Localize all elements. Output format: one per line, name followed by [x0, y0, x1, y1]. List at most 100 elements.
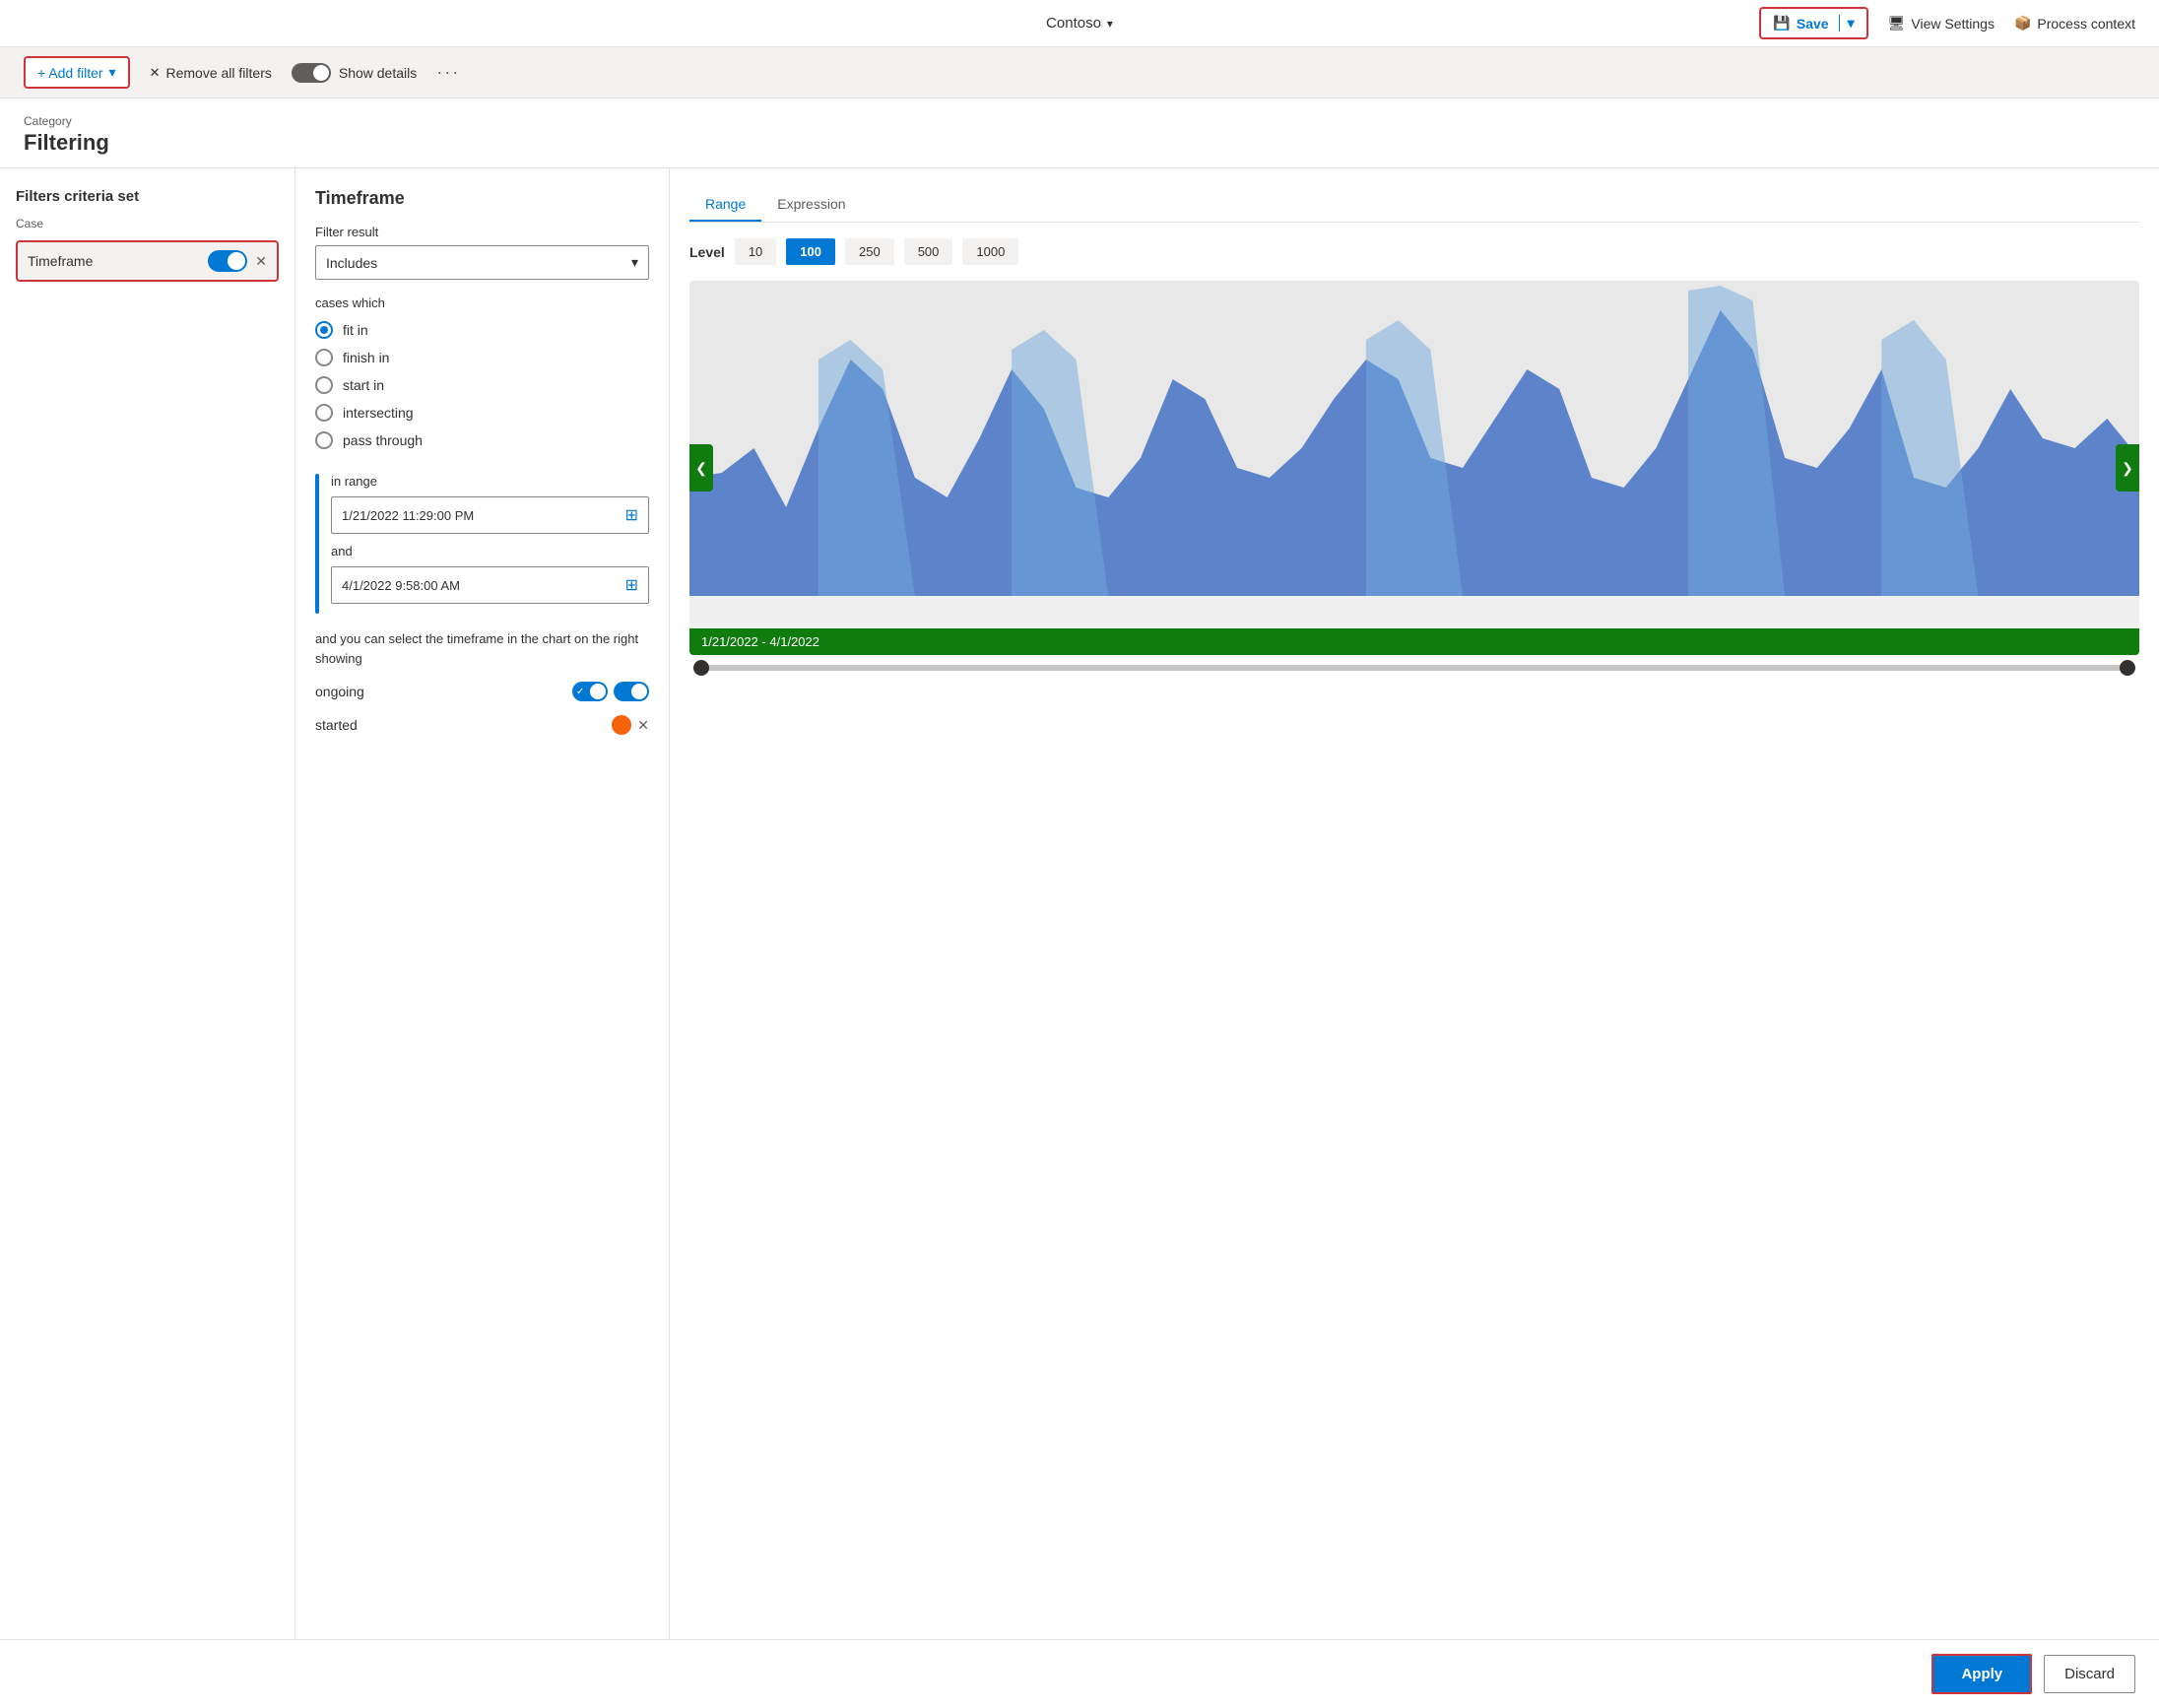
- level-250-button[interactable]: 250: [845, 238, 894, 265]
- left-panel: Filters criteria set Case Timeframe ✕: [0, 168, 295, 1639]
- filter-item-label: Timeframe: [28, 253, 93, 269]
- radio-pass-through[interactable]: pass through: [315, 427, 649, 454]
- calendar-icon-to[interactable]: ⊞: [625, 575, 638, 595]
- date-from-value: 1/21/2022 11:29:00 PM: [342, 508, 474, 523]
- radio-pass-through-outer: [315, 431, 333, 449]
- toolbar: + Add filter ▾ ✕ Remove all filters Show…: [0, 47, 2159, 99]
- view-settings-link[interactable]: 🖥 View Settings: [1888, 15, 1995, 32]
- radio-start-in-label: start in: [343, 377, 384, 393]
- tab-range-label: Range: [705, 196, 746, 212]
- started-controls: ✕: [612, 715, 649, 735]
- remove-all-filters-button[interactable]: ✕ Remove all filters: [150, 65, 272, 81]
- chevron-down-icon[interactable]: ▾: [1107, 17, 1113, 31]
- filters-section-title: Filters criteria set: [16, 188, 279, 205]
- save-dropdown-icon[interactable]: ▾: [1839, 15, 1855, 32]
- in-range-label: in range: [331, 474, 649, 489]
- show-details-toggle[interactable]: [292, 63, 331, 83]
- level-label: Level: [689, 244, 725, 260]
- show-details-label: Show details: [339, 65, 417, 81]
- filter-result-label: Filter result: [315, 225, 649, 239]
- company-label: Contoso: [1046, 15, 1101, 32]
- ongoing-blue-knob: [631, 684, 647, 699]
- remove-filters-label: Remove all filters: [165, 65, 271, 81]
- view-settings-label: View Settings: [1911, 16, 1995, 32]
- category-label: Category: [24, 114, 2135, 128]
- cases-which-label: cases which: [315, 296, 649, 310]
- slider-handle-right[interactable]: [2120, 660, 2135, 676]
- bottom-bar: Apply Discard: [0, 1639, 2159, 1708]
- process-context-link[interactable]: 📦 Process context: [2014, 15, 2135, 32]
- save-label: Save: [1797, 16, 1829, 32]
- chart-svg: [689, 281, 2139, 596]
- timeframe-panel-title: Timeframe: [315, 188, 649, 209]
- chart-container: ❮ ❯ 1/21/2022 - 4/1/2022: [689, 281, 2139, 655]
- discard-button[interactable]: Discard: [2044, 1655, 2135, 1693]
- toggle-knob: [313, 65, 329, 81]
- chart-footer: 1/21/2022 - 4/1/2022: [689, 628, 2139, 655]
- toggle-on-knob: [228, 252, 245, 270]
- radio-intersecting-label: intersecting: [343, 405, 414, 421]
- tab-range[interactable]: Range: [689, 188, 761, 222]
- filter-item-toggle[interactable]: [208, 250, 247, 272]
- chart-nav-right-button[interactable]: ❯: [2116, 444, 2139, 492]
- dropdown-chevron-icon: ▾: [631, 254, 638, 271]
- blue-bar-section: in range 1/21/2022 11:29:00 PM ⊞ and 4/1…: [315, 474, 649, 614]
- radio-fit-in-outer: [315, 321, 333, 339]
- close-icon: ✕: [150, 65, 161, 81]
- started-toggle[interactable]: [612, 715, 631, 735]
- radio-start-in[interactable]: start in: [315, 371, 649, 399]
- ongoing-label: ongoing: [315, 684, 364, 699]
- filter-result-dropdown[interactable]: Includes ▾: [315, 245, 649, 280]
- process-context-icon: 📦: [2014, 15, 2031, 32]
- slider-track[interactable]: [693, 665, 2135, 671]
- save-button[interactable]: 💾 Save ▾: [1759, 7, 1867, 39]
- check-icon: ✓: [574, 687, 584, 697]
- level-10-button[interactable]: 10: [735, 238, 776, 265]
- chart-date-range: 1/21/2022 - 4/1/2022: [701, 634, 819, 649]
- save-disk-icon: 💾: [1773, 15, 1790, 32]
- ongoing-toggle[interactable]: ✓: [572, 682, 608, 701]
- calendar-icon-from[interactable]: ⊞: [625, 505, 638, 525]
- started-row: started ✕: [315, 715, 649, 735]
- tab-expression[interactable]: Expression: [761, 188, 861, 222]
- radio-fit-in-inner: [320, 326, 328, 334]
- timeframe-filter-item[interactable]: Timeframe ✕: [16, 240, 279, 282]
- date-to-input[interactable]: 4/1/2022 9:58:00 AM ⊞: [331, 566, 649, 604]
- add-filter-button[interactable]: + Add filter ▾: [24, 56, 130, 89]
- radio-fit-in-label: fit in: [343, 322, 368, 338]
- ongoing-toggle-knob: [590, 684, 606, 699]
- filter-item-close-icon[interactable]: ✕: [255, 253, 267, 270]
- level-100-button[interactable]: 100: [786, 238, 835, 265]
- radio-pass-through-label: pass through: [343, 432, 423, 448]
- company-name-area[interactable]: Contoso ▾: [1046, 15, 1113, 32]
- and-label: and: [331, 544, 649, 558]
- tabs-container: Range Expression: [689, 188, 2139, 223]
- ongoing-controls: ✓: [572, 682, 649, 701]
- main-content: Filters criteria set Case Timeframe ✕ Ti…: [0, 168, 2159, 1639]
- apply-button[interactable]: Apply: [1931, 1654, 2032, 1694]
- slider-handle-left[interactable]: [693, 660, 709, 676]
- level-500-button[interactable]: 500: [904, 238, 953, 265]
- add-filter-chevron-icon: ▾: [109, 64, 116, 81]
- apply-label: Apply: [1961, 1666, 2002, 1682]
- chart-nav-left-button[interactable]: ❮: [689, 444, 713, 492]
- radio-intersecting[interactable]: intersecting: [315, 399, 649, 427]
- page-title: Filtering: [24, 130, 2135, 156]
- more-options-button[interactable]: ···: [436, 62, 460, 83]
- view-settings-icon: 🖥: [1888, 15, 1906, 32]
- tab-expression-label: Expression: [777, 196, 845, 212]
- case-sub-title: Case: [16, 217, 279, 230]
- filter-result-value: Includes: [326, 255, 377, 271]
- radio-finish-in-outer: [315, 349, 333, 366]
- top-nav-right: 💾 Save ▾ 🖥 View Settings 📦 Process conte…: [1759, 7, 2135, 39]
- ongoing-blue-circle[interactable]: [614, 682, 649, 701]
- level-1000-button[interactable]: 1000: [962, 238, 1018, 265]
- radio-finish-in-label: finish in: [343, 350, 389, 365]
- date-to-value: 4/1/2022 9:58:00 AM: [342, 578, 460, 593]
- radio-fit-in[interactable]: fit in: [315, 316, 649, 344]
- radio-start-in-outer: [315, 376, 333, 394]
- started-close-icon[interactable]: ✕: [637, 717, 649, 734]
- date-from-input[interactable]: 1/21/2022 11:29:00 PM ⊞: [331, 496, 649, 534]
- radio-finish-in[interactable]: finish in: [315, 344, 649, 371]
- middle-panel: Timeframe Filter result Includes ▾ cases…: [295, 168, 670, 1639]
